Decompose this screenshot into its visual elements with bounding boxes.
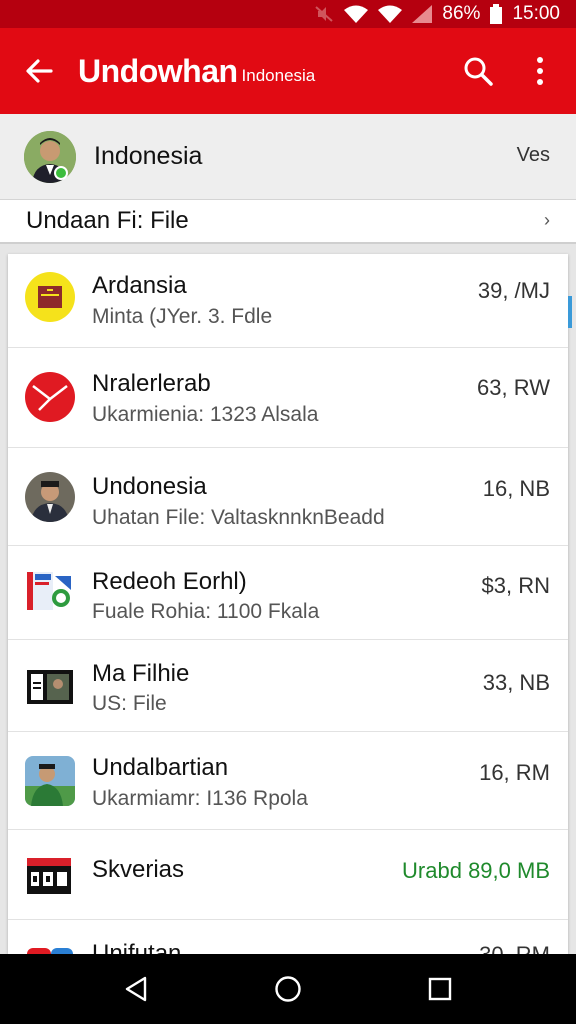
file-size: 16, NB: [482, 476, 550, 501]
file-size: Urabd 89,0 MB: [402, 858, 550, 883]
clock: 15:00: [512, 3, 560, 24]
yellow-folder-icon: [25, 272, 75, 322]
list-item[interactable]: Undonesia Uhatan File: ValtasknnknBeadd …: [8, 448, 568, 546]
file-subtitle: US: File: [92, 692, 167, 715]
mute-icon: [315, 6, 334, 22]
wifi-icon-2: [378, 5, 403, 23]
nav-back-icon: [125, 976, 147, 1002]
person-avatar-icon: [24, 130, 76, 183]
file-size: 63, RW: [477, 375, 550, 400]
file-subtitle: Minta (JYer. 3. Fdle: [92, 305, 273, 328]
red-blue-icon: [27, 948, 73, 954]
file-size: 30, RM: [479, 942, 550, 954]
person-photo-icon: [25, 472, 75, 522]
file-title: Redeoh Eorhl): [92, 568, 247, 595]
video-thumbnail-icon: [27, 670, 73, 704]
file-size: 33, NB: [482, 670, 550, 695]
list-item[interactable]: Ardansia Minta (JYer. 3. Fdle 39, /MJ: [8, 254, 568, 348]
red-clock-icon: [25, 372, 75, 422]
list-item[interactable]: Nralerlerab Ukarmienia: 1323 Alsala 63, …: [8, 348, 568, 448]
file-subtitle: Ukarmienia: 1323 Alsala: [92, 403, 319, 426]
battery-percent: 86%: [442, 3, 481, 24]
list-item[interactable]: Ma Filhie US: File 33, NB: [8, 640, 568, 732]
nav-recents-icon: [428, 977, 452, 1001]
nav-recents-button[interactable]: [410, 959, 470, 1019]
app-subtitle: Indonesia: [241, 66, 316, 85]
file-subtitle: Uhatan File: ValtasknnknBeadd: [92, 506, 385, 529]
file-title: Undalbartian: [92, 754, 229, 781]
system-nav-bar: [0, 954, 576, 1024]
chevron-right-icon: ›: [544, 210, 550, 230]
file-subtitle: Ukarmiamr: I136 Rpola: [92, 787, 308, 810]
file-title: Skverias: [92, 856, 185, 883]
file-title: Ma Filhie: [92, 660, 190, 687]
file-title: Nralerlerab: [92, 370, 211, 397]
avatar: [24, 130, 76, 183]
profile-header[interactable]: Indonesia Ves: [0, 114, 576, 200]
signal-icon: [412, 5, 433, 23]
app-title: Undowhan: [78, 52, 238, 89]
file-title: Undonesia: [92, 473, 207, 500]
file-list[interactable]: Ardansia Minta (JYer. 3. Fdle 39, /MJ Nr…: [8, 254, 568, 954]
file-size: $3, RN: [481, 573, 550, 598]
search-button[interactable]: [446, 28, 510, 114]
nav-home-button[interactable]: [258, 959, 318, 1019]
search-icon: [464, 57, 493, 86]
wifi-icon: [344, 5, 369, 23]
profile-action[interactable]: Ves: [517, 144, 550, 167]
list-item[interactable]: Undalbartian Ukarmiamr: I136 Rpola 16, R…: [8, 732, 568, 830]
more-options-button[interactable]: [510, 28, 570, 114]
flag-document-icon: [27, 572, 71, 610]
file-title: Ardansia: [92, 272, 187, 299]
file-title: Unifutan: [92, 940, 182, 954]
arrow-back-icon: [26, 59, 53, 83]
list-item[interactable]: Redeoh Eorhl) Fuale Rohia: 1100 Fkala $3…: [8, 546, 568, 640]
more-vert-icon: [537, 57, 543, 85]
list-item[interactable]: Unifutan 30, RM: [8, 920, 568, 954]
section-header[interactable]: Undaan Fi: File ›: [0, 200, 576, 244]
film-clapper-icon: [27, 858, 71, 894]
profile-name: Indonesia: [94, 142, 203, 170]
status-bar: 86% 15:00: [0, 0, 576, 28]
landscape-photo-icon: [25, 756, 75, 806]
file-subtitle: Fuale Rohia: 1100 Fkala: [92, 600, 320, 623]
battery-icon: [490, 4, 503, 24]
nav-home-icon: [275, 976, 301, 1002]
back-button[interactable]: [0, 28, 78, 114]
app-bar: Undowhan Indonesia: [0, 28, 576, 114]
scrollbar[interactable]: [568, 296, 572, 328]
nav-back-button[interactable]: [106, 959, 166, 1019]
section-header-label: Undaan Fi: File: [26, 207, 189, 234]
file-size: 39, /MJ: [477, 278, 550, 303]
file-size: 16, RM: [479, 760, 550, 785]
online-status-dot: [54, 166, 68, 180]
list-item[interactable]: Skverias Urabd 89,0 MB: [8, 830, 568, 920]
